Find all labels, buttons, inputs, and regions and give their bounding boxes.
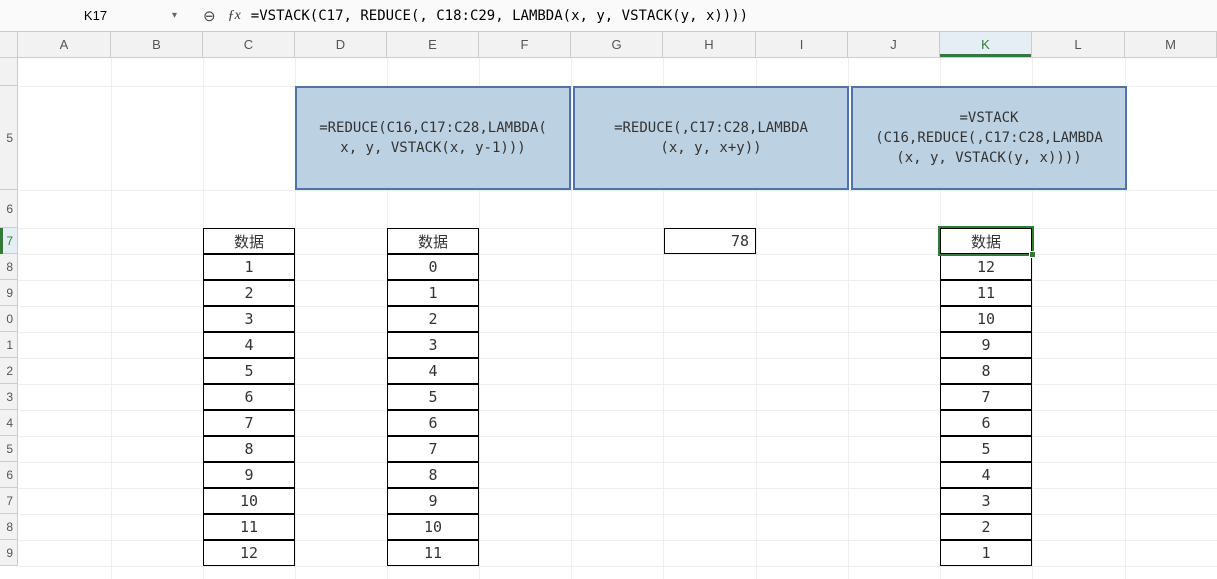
cell[interactable]: 6: [203, 384, 295, 410]
cell[interactable]: 5: [387, 384, 479, 410]
row-header[interactable]: 5: [0, 86, 18, 190]
cell[interactable]: 12: [940, 254, 1032, 280]
row-header[interactable]: 1: [0, 332, 18, 358]
col-header-F[interactable]: F: [479, 32, 571, 57]
col-header-G[interactable]: G: [571, 32, 663, 57]
cell[interactable]: 1: [387, 280, 479, 306]
row-header[interactable]: 6: [0, 462, 18, 488]
zoom-out-icon[interactable]: ⊖: [203, 7, 216, 25]
col-header-E[interactable]: E: [387, 32, 479, 57]
cell[interactable]: 10: [387, 514, 479, 540]
cell[interactable]: 10: [940, 306, 1032, 332]
cell[interactable]: 9: [387, 488, 479, 514]
cell[interactable]: 5: [940, 436, 1032, 462]
cell[interactable]: 11: [203, 514, 295, 540]
row-header[interactable]: 6: [0, 190, 18, 228]
select-all-corner[interactable]: [0, 32, 18, 57]
col-header-A[interactable]: A: [18, 32, 111, 57]
formula-bar: ▾ ⊖ ƒx: [0, 0, 1217, 32]
row-header[interactable]: [0, 58, 18, 86]
cell-K-header[interactable]: 数据: [940, 228, 1032, 254]
row-header[interactable]: 4: [0, 410, 18, 436]
cell[interactable]: 3: [940, 488, 1032, 514]
cell[interactable]: 0: [387, 254, 479, 280]
col-header-L[interactable]: L: [1032, 32, 1125, 57]
cell[interactable]: 2: [203, 280, 295, 306]
col-header-B[interactable]: B: [111, 32, 203, 57]
cell[interactable]: 12: [203, 540, 295, 566]
row-header[interactable]: 0: [0, 306, 18, 332]
name-box[interactable]: ▾: [8, 2, 183, 30]
cell[interactable]: 7: [940, 384, 1032, 410]
cell[interactable]: 2: [387, 306, 479, 332]
merged-header-1[interactable]: =REDUCE(C16,C17:C28,LAMBDA( x, y, VSTACK…: [295, 86, 571, 190]
cell-E-header[interactable]: 数据: [387, 228, 479, 254]
cell[interactable]: 9: [940, 332, 1032, 358]
row-header[interactable]: 2: [0, 358, 18, 384]
cell[interactable]: 5: [203, 358, 295, 384]
cell[interactable]: 9: [203, 462, 295, 488]
cell[interactable]: 4: [203, 332, 295, 358]
cell[interactable]: 6: [387, 410, 479, 436]
row-header[interactable]: 9: [0, 280, 18, 306]
row-header[interactable]: 9: [0, 540, 18, 566]
cell[interactable]: 6: [940, 410, 1032, 436]
cell[interactable]: 11: [387, 540, 479, 566]
cell[interactable]: 2: [940, 514, 1032, 540]
cell[interactable]: 4: [387, 358, 479, 384]
row-header[interactable]: 8: [0, 254, 18, 280]
cell[interactable]: 8: [203, 436, 295, 462]
merged-header-2[interactable]: =REDUCE(,C17:C28,LAMBDA (x, y, x+y)): [573, 86, 849, 190]
cell[interactable]: 4: [940, 462, 1032, 488]
cell-C-header[interactable]: 数据: [203, 228, 295, 254]
col-header-M[interactable]: M: [1125, 32, 1217, 57]
column-headers: A B C D E F G H I J K L M: [0, 32, 1217, 58]
cell[interactable]: 1: [203, 254, 295, 280]
row-header[interactable]: 8: [0, 514, 18, 540]
row-header[interactable]: 7: [0, 488, 18, 514]
col-header-H[interactable]: H: [663, 32, 756, 57]
col-header-D[interactable]: D: [295, 32, 387, 57]
fx-icon[interactable]: ƒx: [228, 8, 241, 24]
col-header-J[interactable]: J: [848, 32, 940, 57]
row-header[interactable]: 5: [0, 436, 18, 462]
cell[interactable]: 8: [387, 462, 479, 488]
cell[interactable]: 3: [387, 332, 479, 358]
cell[interactable]: 7: [387, 436, 479, 462]
cell[interactable]: 10: [203, 488, 295, 514]
cell[interactable]: 11: [940, 280, 1032, 306]
cell[interactable]: 3: [203, 306, 295, 332]
col-header-I[interactable]: I: [756, 32, 848, 57]
cell[interactable]: 7: [203, 410, 295, 436]
row-header[interactable]: 3: [0, 384, 18, 410]
merged-header-3[interactable]: =VSTACK (C16,REDUCE(,C17:C28,LAMBDA (x, …: [851, 86, 1127, 190]
row-selection-indicator: [0, 228, 3, 254]
col-header-C[interactable]: C: [203, 32, 295, 57]
cell-H-value[interactable]: 78: [664, 228, 756, 254]
row-headers: 5 6 7 8 9 0 1 2 3 4 5 6 7 8 9: [0, 58, 18, 566]
cell[interactable]: 1: [940, 540, 1032, 566]
formula-input[interactable]: [251, 8, 1217, 24]
col-header-K[interactable]: K: [940, 32, 1032, 57]
cell-reference-input[interactable]: [16, 8, 175, 23]
chevron-down-icon[interactable]: ▾: [172, 10, 177, 21]
cell[interactable]: 8: [940, 358, 1032, 384]
